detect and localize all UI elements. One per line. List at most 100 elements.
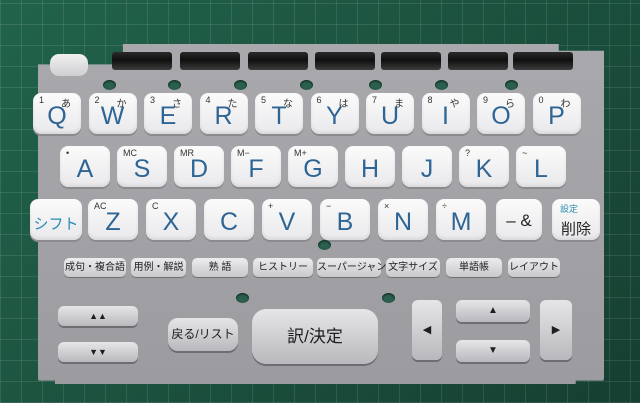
- key-main-label: K: [475, 155, 493, 183]
- key-main-label: G: [303, 155, 323, 183]
- key-row2-0[interactable]: • A: [60, 146, 110, 187]
- function-key-0[interactable]: 成句・複合語: [64, 258, 126, 277]
- top-strip-key-7[interactable]: [513, 52, 573, 70]
- settings-label: 設定: [560, 204, 579, 214]
- key-row3.keys-4[interactable]: − B: [320, 199, 370, 240]
- back-list-button[interactable]: 戻る/リスト: [168, 318, 238, 351]
- key-main-label: J: [420, 155, 434, 183]
- down-arrow-icon: ▼: [488, 345, 498, 356]
- key-row2-3[interactable]: M− F: [231, 146, 281, 187]
- key-row2-8[interactable]: ~ L: [516, 146, 566, 187]
- back-list-label: 戻る/リスト: [171, 327, 235, 341]
- top-strip-key-1[interactable]: [112, 52, 172, 70]
- key-main-label: Z: [105, 208, 121, 236]
- key-main-label: A: [76, 155, 94, 183]
- key-main-label: N: [393, 208, 413, 236]
- function-key-1[interactable]: 用例・解説: [131, 258, 186, 277]
- right-arrow-icon: ▶: [551, 324, 561, 336]
- page-down-button[interactable]: ▼▼: [58, 342, 138, 362]
- key-main-label: P: [548, 102, 565, 130]
- mounting-hole: [168, 80, 181, 90]
- key-row3.keys-0[interactable]: AC Z: [88, 199, 138, 240]
- key-main-label: E: [159, 102, 177, 130]
- key-main-label: Q: [47, 102, 67, 130]
- key-main-label: D: [189, 155, 209, 183]
- up-arrow-button[interactable]: ▲: [456, 300, 530, 322]
- top-strip-key-3[interactable]: [248, 52, 308, 70]
- mounting-hole: [369, 80, 382, 90]
- dash-ampersand-label: – &: [506, 211, 532, 230]
- key-row2-5[interactable]: H: [345, 146, 395, 187]
- double-up-arrow-icon: ▲▲: [89, 311, 107, 321]
- key-main-label: X: [162, 208, 180, 236]
- key-main-label: H: [360, 155, 380, 183]
- key-main-label: F: [248, 155, 264, 183]
- translate-enter-label: 訳/決定: [287, 327, 343, 346]
- shift-key[interactable]: シフト: [30, 199, 82, 240]
- key-row2-4[interactable]: M+ G: [288, 146, 338, 187]
- key-row2-2[interactable]: MR D: [174, 146, 224, 187]
- mounting-hole: [318, 240, 331, 250]
- key-main-label: S: [133, 155, 151, 183]
- mounting-hole: [300, 80, 313, 90]
- key-row2-1[interactable]: MC S: [117, 146, 167, 187]
- key-row3.keys-3[interactable]: + V: [262, 199, 312, 240]
- delete-label: 削除: [560, 221, 591, 238]
- top-strip-key-5[interactable]: [381, 52, 441, 70]
- key-row2-7[interactable]: ? K: [459, 146, 509, 187]
- key-row3.keys-6[interactable]: ÷ M: [436, 199, 486, 240]
- key-row3.keys-5[interactable]: × N: [378, 199, 428, 240]
- key-main-label: Y: [326, 102, 343, 130]
- down-arrow-button[interactable]: ▼: [456, 340, 530, 362]
- dash-ampersand-key[interactable]: – &: [496, 199, 542, 240]
- page-up-button[interactable]: ▲▲: [58, 306, 138, 326]
- top-strip-key-2[interactable]: [180, 52, 240, 70]
- key-row2-6[interactable]: J: [402, 146, 452, 187]
- power-button[interactable]: [50, 54, 88, 76]
- top-strip-key-4[interactable]: [315, 52, 375, 70]
- mounting-hole: [103, 80, 116, 90]
- left-arrow-icon: ◀: [422, 324, 432, 336]
- key-main-label: V: [278, 208, 296, 236]
- mounting-hole: [382, 293, 395, 303]
- key-row1-1[interactable]: 2かW: [88, 93, 137, 134]
- key-main-label: C: [219, 208, 239, 236]
- key-row1-4[interactable]: 5なT: [255, 93, 303, 134]
- key-main-label: T: [271, 102, 287, 130]
- left-arrow-button[interactable]: ◀: [412, 300, 442, 360]
- delete-key[interactable]: 設定 削除: [552, 199, 600, 240]
- key-row1-6[interactable]: 7まU: [366, 93, 414, 134]
- key-main-label: M: [450, 208, 472, 236]
- function-key-3[interactable]: ヒストリー: [253, 258, 313, 277]
- key-main-label: U: [380, 102, 400, 130]
- top-strip-key-6[interactable]: [448, 52, 508, 70]
- key-main-label: O: [491, 102, 511, 130]
- key-main-label: W: [100, 102, 125, 130]
- key-main-label: B: [336, 208, 354, 236]
- key-row3.keys-1[interactable]: CX: [146, 199, 196, 240]
- shift-label: シフト: [33, 216, 79, 233]
- function-key-7[interactable]: レイアウト: [508, 258, 560, 277]
- key-row3.keys-2[interactable]: C: [204, 199, 254, 240]
- key-row1-3[interactable]: 4たR: [199, 93, 248, 134]
- key-row1-9[interactable]: 0わP: [532, 93, 581, 134]
- key-main-label: R: [214, 102, 233, 130]
- mounting-hole: [505, 80, 518, 90]
- translate-enter-button[interactable]: 訳/決定: [252, 309, 378, 364]
- function-key-6[interactable]: 単語帳: [446, 258, 502, 277]
- key-main-label: L: [534, 155, 548, 183]
- key-row1-5[interactable]: 6はY: [310, 93, 359, 134]
- right-arrow-button[interactable]: ▶: [540, 300, 572, 360]
- key-row1-8[interactable]: 9らO: [477, 93, 525, 134]
- function-key-5[interactable]: 文字サイズ: [386, 258, 440, 277]
- up-arrow-icon: ▲: [488, 305, 498, 316]
- function-key-4[interactable]: スーパージャンプ: [317, 258, 396, 277]
- mounting-hole: [435, 80, 448, 90]
- function-key-2[interactable]: 熟 語: [192, 258, 248, 277]
- key-row1-7[interactable]: 8やI: [421, 93, 470, 134]
- mounting-hole: [236, 293, 249, 303]
- key-row1-0[interactable]: 1あQ: [33, 93, 81, 134]
- key-row1-2[interactable]: 3さE: [144, 93, 192, 134]
- double-down-arrow-icon: ▼▼: [89, 347, 107, 357]
- mounting-hole: [234, 80, 247, 90]
